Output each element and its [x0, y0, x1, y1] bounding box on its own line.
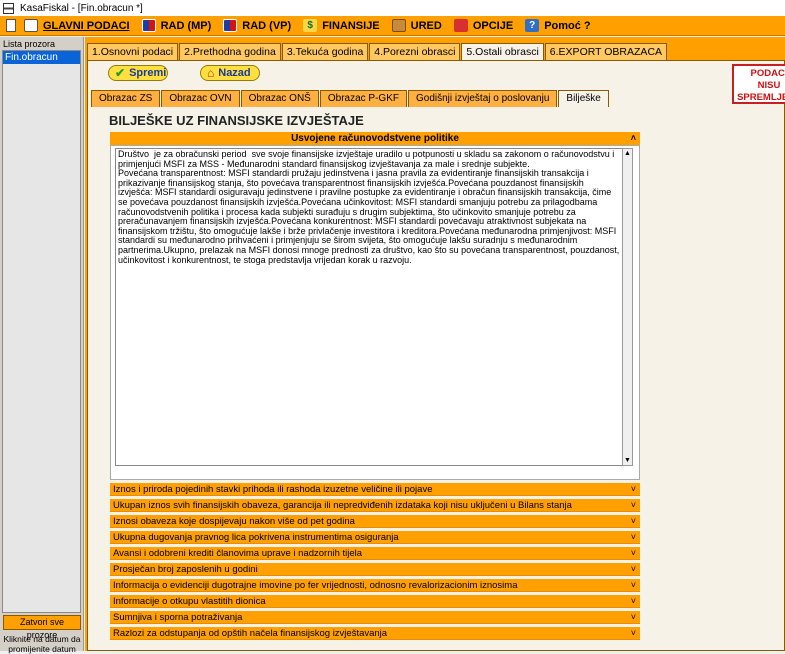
menu-finansije[interactable]: $ FINANSIJE	[297, 17, 385, 35]
menu-pomoc[interactable]: ? Pomoć ?	[519, 17, 596, 35]
gear-icon	[453, 19, 468, 32]
tab-godisnji-izvjestaj[interactable]: Godišnji izvještaj o poslovanju	[408, 90, 558, 107]
accounting-policies-panel: Društvo je za obračunski period sve svoj…	[110, 145, 640, 480]
chevron-down-icon[interactable]: ˅	[631, 595, 636, 608]
window-list-item[interactable]: Fin.obracun	[3, 51, 80, 64]
section-title: Razlozi za odstupanja od opštih načela f…	[113, 628, 388, 639]
section-header-collapsed[interactable]: Informacija o evidenciji dugotrajne imov…	[110, 579, 640, 592]
box-icon	[391, 19, 406, 32]
window-list-heading: Lista prozora	[3, 39, 56, 49]
section-header-collapsed[interactable]: Avansi i odobreni krediti članovima upra…	[110, 547, 640, 560]
main-area: 1.Osnovni podaci 2.Prethodna godina 3.Te…	[85, 37, 785, 651]
section-title: Informacije o otkupu vlastitih dionica	[113, 596, 266, 607]
tab-prethodna-godina[interactable]: 2.Prethodna godina	[179, 43, 281, 60]
top-tabs: 1.Osnovni podaci 2.Prethodna godina 3.Te…	[87, 43, 668, 60]
section-header-collapsed[interactable]: Iznosi obaveza koje dospijevaju nakon vi…	[110, 515, 640, 528]
window-list-panel: Lista prozora Fin.obracun Zatvori sve pr…	[0, 37, 84, 654]
section-title: Ukupna dugovanja pravnog lica pokrivena …	[113, 532, 399, 543]
tab-obrazac-ons[interactable]: Obrazac ONŠ	[240, 90, 319, 107]
section-header-collapsed[interactable]: Prosječan broj zaposlenih u godini ˅	[110, 563, 640, 576]
menu-bar: GLAVNI PODACI RAD (MP) RAD (VP) $ FINANSI…	[0, 16, 785, 36]
chevron-down-icon[interactable]: ˅	[631, 515, 636, 528]
tab-tekuca-godina[interactable]: 3.Tekuća godina	[281, 43, 369, 60]
chevron-down-icon[interactable]: ˅	[631, 563, 636, 576]
section-header-collapsed[interactable]: Ukupan iznos svih finansijskih obaveza, …	[110, 499, 640, 512]
chevron-down-icon[interactable]: ˅	[631, 579, 636, 592]
app-icon	[3, 2, 14, 14]
section-title: Iznos i priroda pojedinih stavki prihoda…	[113, 484, 433, 495]
chevron-down-icon[interactable]: ˅	[631, 627, 636, 640]
date-hint[interactable]: Kliknite na datum da promijenite datum	[0, 634, 84, 654]
doc-icon	[6, 19, 16, 32]
scroll-up-icon[interactable]: ▲	[623, 149, 632, 158]
window-list[interactable]: Fin.obracun	[2, 50, 81, 613]
chevron-down-icon[interactable]: ˅	[631, 531, 636, 544]
tab-biljeske[interactable]: Bilješke	[558, 90, 609, 107]
help-icon: ?	[525, 19, 540, 32]
section-title: Ukupan iznos svih finansijskih obaveza, …	[113, 500, 572, 511]
chevron-down-icon[interactable]: ˅	[631, 547, 636, 560]
tab-export-obrazaca[interactable]: 6.EXPORT OBRAZACA	[544, 43, 668, 60]
section-title: Sumnjiva i sporna potraživanja	[113, 612, 243, 623]
section-header-collapsed[interactable]: Ukupna dugovanja pravnog lica pokrivena …	[110, 531, 640, 544]
flag-icon	[223, 19, 238, 32]
check-icon: ✔	[115, 66, 126, 80]
chevron-down-icon[interactable]: ˅	[631, 611, 636, 624]
menu-opcije[interactable]: OPCIJE	[448, 17, 519, 35]
save-button[interactable]: ✔ Spremi	[108, 65, 168, 81]
text-scrollbar[interactable]: ▲ ▼	[622, 148, 633, 466]
section-header-accounting-policies[interactable]: Usvojene računovodstvene politike ˄	[110, 132, 640, 145]
menu-rad-mp[interactable]: RAD (MP)	[136, 17, 218, 35]
section-header-collapsed[interactable]: Informacije o otkupu vlastitih dionica ˅	[110, 595, 640, 608]
section-title: Iznosi obaveza koje dospijevaju nakon vi…	[113, 516, 355, 527]
tab-content: ✔Spremi ⌂Nazad PODACI NISU SPREMLJENI! O…	[87, 60, 785, 651]
section-title: Avansi i odobreni krediti članovima upra…	[113, 548, 363, 559]
menu-glavni-podaci[interactable]: GLAVNI PODACI	[18, 17, 136, 35]
page-title: BILJEŠKE UZ FINANSIJSKE IZVJEŠTAJE	[109, 113, 364, 128]
section-header-collapsed[interactable]: Razlozi za odstupanja od opštih načela f…	[110, 627, 640, 640]
menu-ured[interactable]: URED	[386, 17, 448, 35]
menu-rad-vp[interactable]: RAD (VP)	[217, 17, 297, 35]
window-title: KasaFiskal - [Fin.obracun *]	[20, 2, 143, 14]
chevron-down-icon[interactable]: ˅	[631, 483, 636, 496]
unsaved-status-box: PODACI NISU SPREMLJENI!	[732, 64, 785, 104]
sub-tabs: Obrazac ZS Obrazac OVN Obrazac ONŠ Obraz…	[91, 90, 610, 107]
section-header-collapsed[interactable]: Iznos i priroda pojedinih stavki prihoda…	[110, 483, 640, 496]
home-icon: ⌂	[207, 66, 215, 80]
section-title: Informacija o evidenciji dugotrajne imov…	[113, 580, 518, 591]
tab-ostali-obrasci[interactable]: 5.Ostali obrasci	[461, 43, 544, 60]
title-bar: KasaFiskal - [Fin.obracun *]	[0, 0, 785, 16]
flag-icon	[141, 19, 156, 32]
tab-obrazac-p-gkf[interactable]: Obrazac P-GKF	[319, 90, 407, 107]
chevron-up-icon[interactable]: ˄	[631, 132, 636, 145]
tab-osnovni-podaci[interactable]: 1.Osnovni podaci	[87, 43, 179, 60]
section-header-collapsed[interactable]: Sumnjiva i sporna potraživanja ˅	[110, 611, 640, 624]
dollar-icon: $	[303, 19, 318, 32]
close-all-windows-button[interactable]: Zatvori sve prozore	[3, 615, 81, 640]
doc-icon	[24, 19, 38, 32]
section-title: Prosječan broj zaposlenih u godini	[113, 564, 258, 575]
back-button[interactable]: ⌂ Nazad	[200, 65, 260, 81]
chevron-down-icon[interactable]: ˅	[631, 499, 636, 512]
scroll-down-icon[interactable]: ▼	[623, 456, 632, 465]
tab-porezni-obrasci[interactable]: 4.Porezni obrasci	[369, 43, 461, 60]
tab-obrazac-ovn[interactable]: Obrazac OVN	[161, 90, 240, 107]
accounting-policies-text[interactable]: Društvo je za obračunski period sve svoj…	[115, 148, 623, 466]
tab-obrazac-zs[interactable]: Obrazac ZS	[91, 90, 161, 107]
